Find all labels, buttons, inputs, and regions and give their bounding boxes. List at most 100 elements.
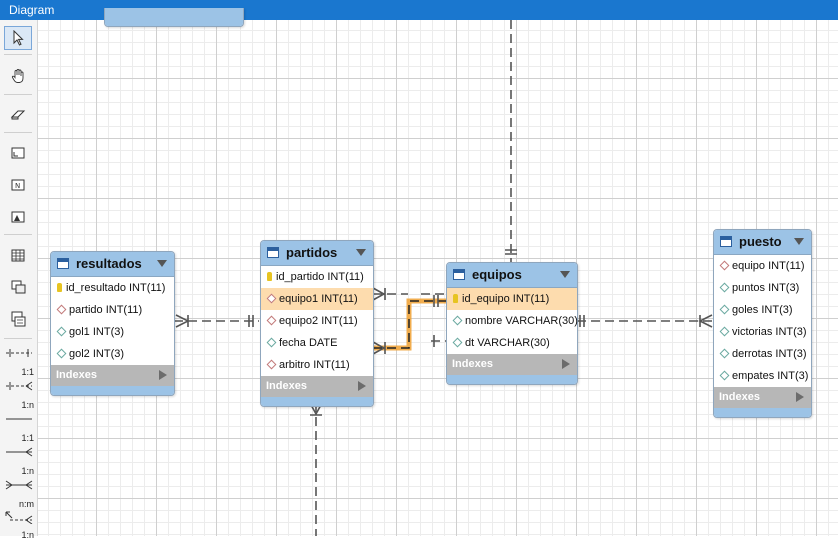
- column-icon: [56, 326, 67, 337]
- table-icon: [267, 247, 279, 258]
- routine-tool[interactable]: [4, 307, 32, 331]
- column-label: nombre VARCHAR(30): [465, 315, 578, 327]
- relationship-1-1-identifying-tool[interactable]: 1:1: [4, 413, 34, 443]
- column-label: id_partido INT(11): [276, 271, 364, 283]
- window-title: Diagram: [9, 3, 55, 17]
- column-row[interactable]: nombre VARCHAR(30): [447, 310, 578, 332]
- column-row[interactable]: partido INT(11): [51, 299, 174, 321]
- indexes-label: Indexes: [266, 380, 307, 392]
- collapse-arrow-icon[interactable]: [794, 238, 804, 245]
- relationship-1-n-identifying-tool[interactable]: 1:n: [4, 446, 34, 476]
- note-tool[interactable]: N: [4, 173, 32, 197]
- table-header[interactable]: puesto: [714, 230, 811, 255]
- column-icon: [719, 304, 730, 315]
- column-icon: [266, 337, 277, 348]
- image-tool[interactable]: [4, 205, 32, 229]
- relationship-n-m-tool[interactable]: n:m: [4, 479, 34, 509]
- layer-tool[interactable]: [4, 141, 32, 165]
- expand-arrow-icon[interactable]: [562, 359, 570, 369]
- layer-icon: [11, 147, 25, 159]
- foreign-key-icon: [719, 260, 730, 271]
- one-to-one-icon: [6, 349, 32, 357]
- column-row[interactable]: goles INT(3): [714, 299, 811, 321]
- table-header[interactable]: resultados: [51, 252, 174, 277]
- table-tool[interactable]: [4, 243, 32, 267]
- column-label: victorias INT(3): [732, 326, 807, 338]
- table-footer: [447, 375, 577, 384]
- column-row[interactable]: fecha DATE: [261, 332, 373, 354]
- column-label: fecha DATE: [279, 337, 338, 349]
- column-label: partido INT(11): [69, 304, 143, 316]
- relationship-1-n-tool[interactable]: 1:n: [4, 380, 34, 410]
- pointer-icon: [13, 30, 24, 46]
- column-label: empates INT(3): [732, 370, 809, 382]
- column-row[interactable]: arbitro INT(11): [261, 354, 373, 376]
- relationship-label: 1:1: [21, 367, 34, 377]
- column-row[interactable]: id_partido INT(11): [261, 266, 373, 288]
- table-puesto[interactable]: puesto equipo INT(11) puntos INT(3) gole…: [713, 229, 812, 418]
- relationship-label: 1:1: [21, 433, 34, 443]
- column-row-highlighted[interactable]: id_equipo INT(11): [447, 288, 577, 310]
- column-icon: [452, 315, 463, 326]
- table-header[interactable]: equipos: [447, 263, 577, 288]
- relationship-1-1-tool[interactable]: 1:1: [4, 347, 34, 377]
- indexes-section[interactable]: Indexes: [714, 387, 811, 408]
- table-name: partidos: [286, 245, 338, 260]
- expand-arrow-icon[interactable]: [358, 381, 366, 391]
- table-icon: [57, 258, 69, 269]
- collapse-arrow-icon[interactable]: [356, 249, 366, 256]
- expand-arrow-icon[interactable]: [159, 370, 167, 380]
- foreign-key-icon: [266, 359, 277, 370]
- indexes-section[interactable]: Indexes: [447, 354, 577, 375]
- table-footer: [261, 397, 373, 406]
- svg-text:N: N: [15, 182, 20, 190]
- column-label: equipo INT(11): [732, 260, 805, 272]
- column-row[interactable]: empates INT(3): [714, 365, 811, 387]
- table-header[interactable]: partidos: [261, 241, 373, 266]
- collapse-arrow-icon[interactable]: [157, 260, 167, 267]
- image-icon: [11, 211, 25, 223]
- eraser-icon: [10, 110, 26, 120]
- hand-tool[interactable]: [4, 64, 32, 88]
- column-label: equipo2 INT(11): [279, 315, 358, 327]
- foreign-key-icon: [56, 304, 67, 315]
- column-row-highlighted[interactable]: equipo1 INT(11): [261, 288, 373, 310]
- relationship-label: 1:n: [21, 466, 34, 476]
- view-tool[interactable]: [4, 275, 32, 299]
- offscreen-table[interactable]: [104, 8, 244, 27]
- table-resultados[interactable]: resultados id_resultado INT(11) partido …: [50, 251, 175, 396]
- column-row[interactable]: gol1 INT(3): [51, 321, 174, 343]
- column-row[interactable]: puntos INT(3): [714, 277, 811, 299]
- table-icon: [720, 236, 732, 247]
- column-row[interactable]: dt VARCHAR(30): [447, 332, 577, 354]
- collapse-arrow-icon[interactable]: [560, 271, 570, 278]
- table-partidos[interactable]: partidos id_partido INT(11) equipo1 INT(…: [260, 240, 374, 407]
- expand-arrow-icon[interactable]: [796, 392, 804, 402]
- pointer-tool[interactable]: [4, 26, 32, 50]
- eraser-tool[interactable]: [4, 103, 32, 127]
- column-label: id_resultado INT(11): [66, 282, 166, 294]
- table-name: puesto: [739, 234, 782, 249]
- indexes-section[interactable]: Indexes: [261, 376, 373, 397]
- column-label: equipo1 INT(11): [279, 293, 358, 305]
- column-label: goles INT(3): [732, 304, 793, 316]
- column-icon: [452, 337, 463, 348]
- column-row[interactable]: derrotas INT(3): [714, 343, 811, 365]
- column-icon: [719, 348, 730, 359]
- table-icon: [11, 249, 25, 261]
- table-equipos[interactable]: equipos id_equipo INT(11) nombre VARCHAR…: [446, 262, 578, 385]
- column-icon: [56, 348, 67, 359]
- column-row[interactable]: victorias INT(3): [714, 321, 811, 343]
- column-row[interactable]: gol2 INT(3): [51, 343, 174, 365]
- table-name: resultados: [76, 256, 142, 271]
- relationship-label: 1:n: [21, 400, 34, 410]
- column-label: gol1 INT(3): [69, 326, 125, 338]
- column-row[interactable]: equipo INT(11): [714, 255, 811, 277]
- column-icon: [719, 370, 730, 381]
- indexes-section[interactable]: Indexes: [51, 365, 174, 386]
- column-row[interactable]: equipo2 INT(11): [261, 310, 373, 332]
- indexes-label: Indexes: [56, 369, 97, 381]
- primary-key-icon: [267, 271, 272, 281]
- column-row[interactable]: id_resultado INT(11): [51, 277, 174, 299]
- relationship-label: 1:n: [21, 530, 34, 540]
